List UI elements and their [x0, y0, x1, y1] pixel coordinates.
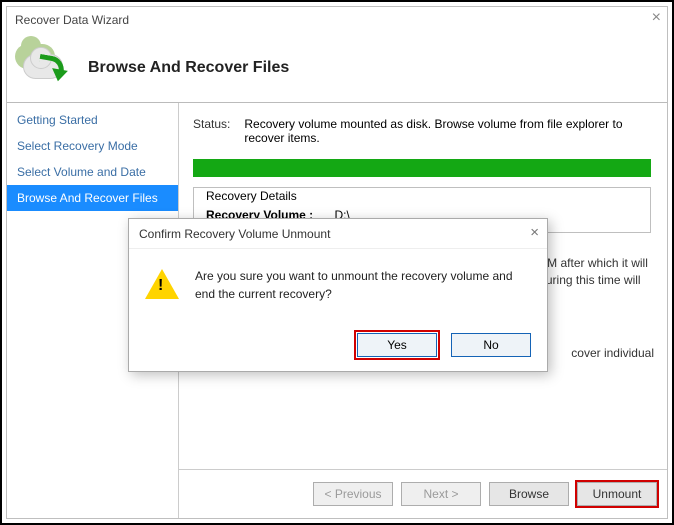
window-title: Recover Data Wizard	[15, 13, 129, 27]
confirm-unmount-dialog: Confirm Recovery Volume Unmount × Are yo…	[128, 218, 548, 372]
dialog-close-icon[interactable]: ×	[530, 224, 539, 241]
yes-button[interactable]: Yes	[357, 333, 437, 357]
unmount-button[interactable]: Unmount	[577, 482, 657, 506]
next-button: Next >	[401, 482, 481, 506]
status-label: Status:	[193, 117, 230, 145]
cloud-recover-icon	[17, 48, 72, 88]
sidebar-item-browse-recover-files[interactable]: Browse And Recover Files	[7, 185, 178, 211]
close-icon[interactable]: ×	[652, 9, 661, 27]
page-heading: Browse And Recover Files	[88, 59, 289, 77]
sidebar-item-select-recovery-mode[interactable]: Select Recovery Mode	[7, 133, 178, 159]
recovery-details-legend: Recovery Details	[202, 189, 301, 203]
no-button[interactable]: No	[451, 333, 531, 357]
progress-bar	[193, 159, 651, 177]
previous-button: < Previous	[313, 482, 393, 506]
titlebar: Recover Data Wizard ×	[7, 7, 667, 33]
header: Browse And Recover Files	[7, 33, 667, 103]
dialog-message: Are you sure you want to unmount the rec…	[195, 267, 531, 303]
dialog-title: Confirm Recovery Volume Unmount	[139, 227, 330, 241]
status-text: Recovery volume mounted as disk. Browse …	[244, 117, 651, 145]
sidebar-item-getting-started[interactable]: Getting Started	[7, 107, 178, 133]
obscured-text-fragment: cover individual	[571, 346, 654, 360]
dialog-button-row: Yes No	[129, 327, 547, 371]
warning-icon	[145, 269, 179, 299]
browse-button[interactable]: Browse	[489, 482, 569, 506]
wizard-footer: < Previous Next > Browse Unmount	[179, 469, 667, 518]
sidebar-item-select-volume-date[interactable]: Select Volume and Date	[7, 159, 178, 185]
dialog-titlebar: Confirm Recovery Volume Unmount ×	[129, 219, 547, 249]
